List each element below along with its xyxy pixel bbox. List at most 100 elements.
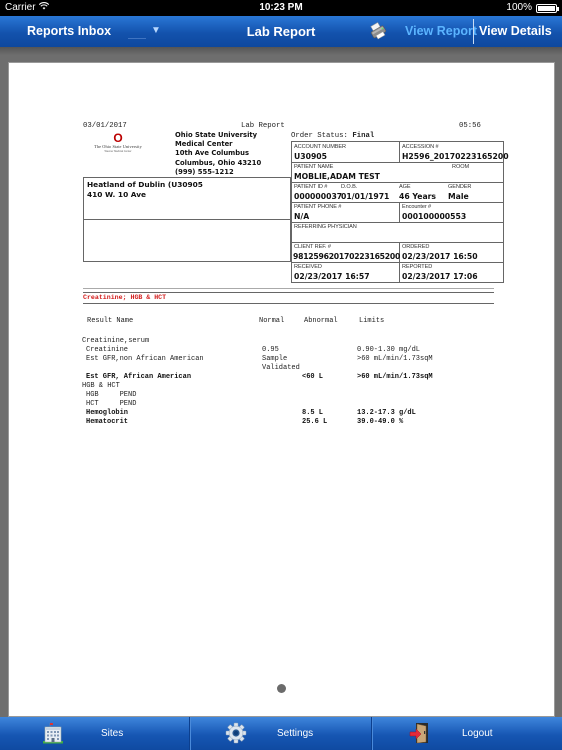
grid-line: [292, 202, 503, 203]
encounter-number: 000100000553: [402, 212, 467, 221]
view-report-tab[interactable]: View Report: [405, 24, 477, 38]
nav-bar: Reports Inbox ▼ Lab Report View Report V…: [0, 16, 562, 47]
result-limits: >60 mL/min/1.73sqM: [357, 373, 433, 381]
grid-line: [292, 162, 503, 163]
room-label: ROOM: [452, 164, 470, 170]
grid-col: [399, 242, 400, 283]
tab-bar: Sites Settings Logout: [0, 717, 562, 750]
institution-address: Ohio State University Medical Center 10t…: [175, 131, 261, 177]
grid-line: [292, 242, 503, 243]
result-name: HGB & HCT: [82, 382, 120, 390]
osu-logo-sub: Wexner Medical Center: [104, 150, 132, 153]
grid-line: [292, 262, 503, 263]
order-status-label: Order Status:: [291, 132, 348, 140]
order-status-value: Final: [352, 132, 375, 140]
col-limits: Limits: [359, 317, 385, 325]
accession-number: H2596_20170223165200: [402, 152, 509, 161]
result-limits: 39.0-49.0 %: [357, 418, 404, 426]
col-abnormal: Abnormal: [304, 317, 338, 325]
result-name: Est GFR, African American: [86, 373, 192, 381]
result-name: Creatinine: [86, 346, 129, 354]
logout-door-icon: [409, 722, 431, 744]
received-label: RECEIVED: [294, 264, 322, 270]
result-normal-cont: Validated: [262, 364, 300, 372]
result-name: Creatinine,serum: [82, 337, 150, 345]
reports-inbox-button[interactable]: Reports Inbox: [27, 24, 111, 38]
tab-logout-label: Logout: [462, 728, 493, 739]
result-abnormal: <60 L: [302, 373, 324, 381]
battery-percent: 100%: [506, 2, 532, 13]
order-status: Order Status: Final: [291, 132, 374, 140]
institution-line: Ohio State University: [175, 131, 258, 139]
institution-line: Columbus, Ohio 43210: [175, 158, 262, 167]
nav-divider: [473, 19, 474, 44]
tab-settings-label: Settings: [277, 728, 314, 739]
tab-logout[interactable]: Logout: [372, 717, 562, 750]
grid-line: [292, 222, 503, 223]
dropdown-arrow-icon[interactable]: ▼: [151, 25, 161, 36]
clock: 10:23 PM: [259, 2, 303, 13]
result-limits: 0.90-1.30 mg/dL: [357, 346, 421, 354]
reported-label: REPORTED: [402, 264, 433, 270]
client-ref: 98125962017022316520​0: [293, 252, 401, 261]
client-address: 410 W. 10 Ave: [87, 190, 147, 199]
patient-name-label: PATIENT NAME: [294, 164, 334, 170]
tab-settings[interactable]: Settings: [190, 717, 371, 750]
view-details-tab[interactable]: View Details: [479, 24, 552, 38]
institution-line: 10th Ave Columbus: [175, 149, 249, 158]
section-divider: [83, 288, 494, 289]
result-abnormal: 8.5 L: [302, 409, 324, 417]
result-name: HGB PEND: [86, 391, 137, 399]
accession-label: ACCESSION #: [402, 144, 439, 150]
patient-info-grid: ACCOUNT NUMBER U30905 ACCESSION # H2596_…: [291, 141, 509, 283]
account-number-label: ACCOUNT NUMBER: [294, 144, 346, 150]
dob-label: D.O.B.: [341, 184, 358, 190]
osu-logo-mark: O: [113, 131, 123, 145]
gear-icon: [225, 722, 247, 744]
age: 46 Years: [399, 192, 437, 201]
reported-datetime: 02/23/2017 17:06: [402, 272, 478, 281]
result-name: HCT PEND: [86, 400, 137, 408]
tab-sites[interactable]: Sites: [0, 717, 189, 750]
tab-sites-label: Sites: [101, 728, 124, 739]
patient-name: MOBLIE,ADAM TEST: [294, 172, 380, 181]
ordered-datetime: 02/23/2017 16:50: [402, 252, 478, 261]
age-label: AGE: [399, 184, 411, 190]
client-box-divider: [84, 219, 290, 220]
institution-line: (999) 555-1212: [175, 167, 234, 176]
result-normal: Sample: [262, 355, 288, 363]
client-box: Heatland of Dublin (U30905 410 W. 10 Ave: [83, 177, 291, 262]
account-number: U30905: [294, 152, 327, 161]
result-limits: >60 mL/min/1.73sqM: [357, 355, 433, 363]
lab-report: 03/01/2017 Lab Report 05:56 O The Ohio S…: [9, 63, 554, 663]
patient-id: 000000037: [294, 192, 343, 201]
dob: 01/01/1971: [341, 192, 390, 201]
report-doc-title: Lab Report: [241, 122, 285, 130]
result-name: Est GFR,non African American: [86, 355, 204, 363]
battery-fill: [538, 6, 555, 11]
client-ref-label: CLIENT REF. #: [294, 244, 331, 250]
gender: Male: [448, 192, 469, 201]
document-viewer[interactable]: 03/01/2017 Lab Report 05:56 O The Ohio S…: [0, 47, 562, 717]
received-datetime: 02/23/2017 16:57: [294, 272, 370, 281]
section-divider: [83, 292, 494, 293]
client-name: Heatland of Dublin (U30905: [87, 180, 203, 189]
gender-label: GENDER: [448, 184, 472, 190]
result-limits: 13.2-17.3 g/dL: [357, 409, 416, 417]
section-title: Creatinine; HGB & HCT: [83, 294, 167, 301]
grid-line: [292, 182, 503, 183]
page-indicator-dot[interactable]: [277, 684, 286, 693]
result-normal: 0.95: [262, 346, 279, 354]
ordered-label: ORDERED: [402, 244, 430, 250]
patient-phone-label: PATIENT PHONE #: [294, 204, 342, 210]
building-icon: [42, 722, 64, 744]
printer-icon[interactable]: [369, 22, 387, 40]
result-abnormal: 25.6 L: [302, 418, 328, 426]
inbox-underline: [128, 38, 146, 39]
result-name: Hemoglobin: [86, 409, 129, 417]
grid-col: [399, 142, 400, 162]
report-time: 05:56: [459, 122, 481, 130]
battery-icon: [536, 4, 559, 13]
report-page[interactable]: 03/01/2017 Lab Report 05:56 O The Ohio S…: [8, 62, 555, 717]
report-date: 03/01/2017: [83, 122, 127, 130]
